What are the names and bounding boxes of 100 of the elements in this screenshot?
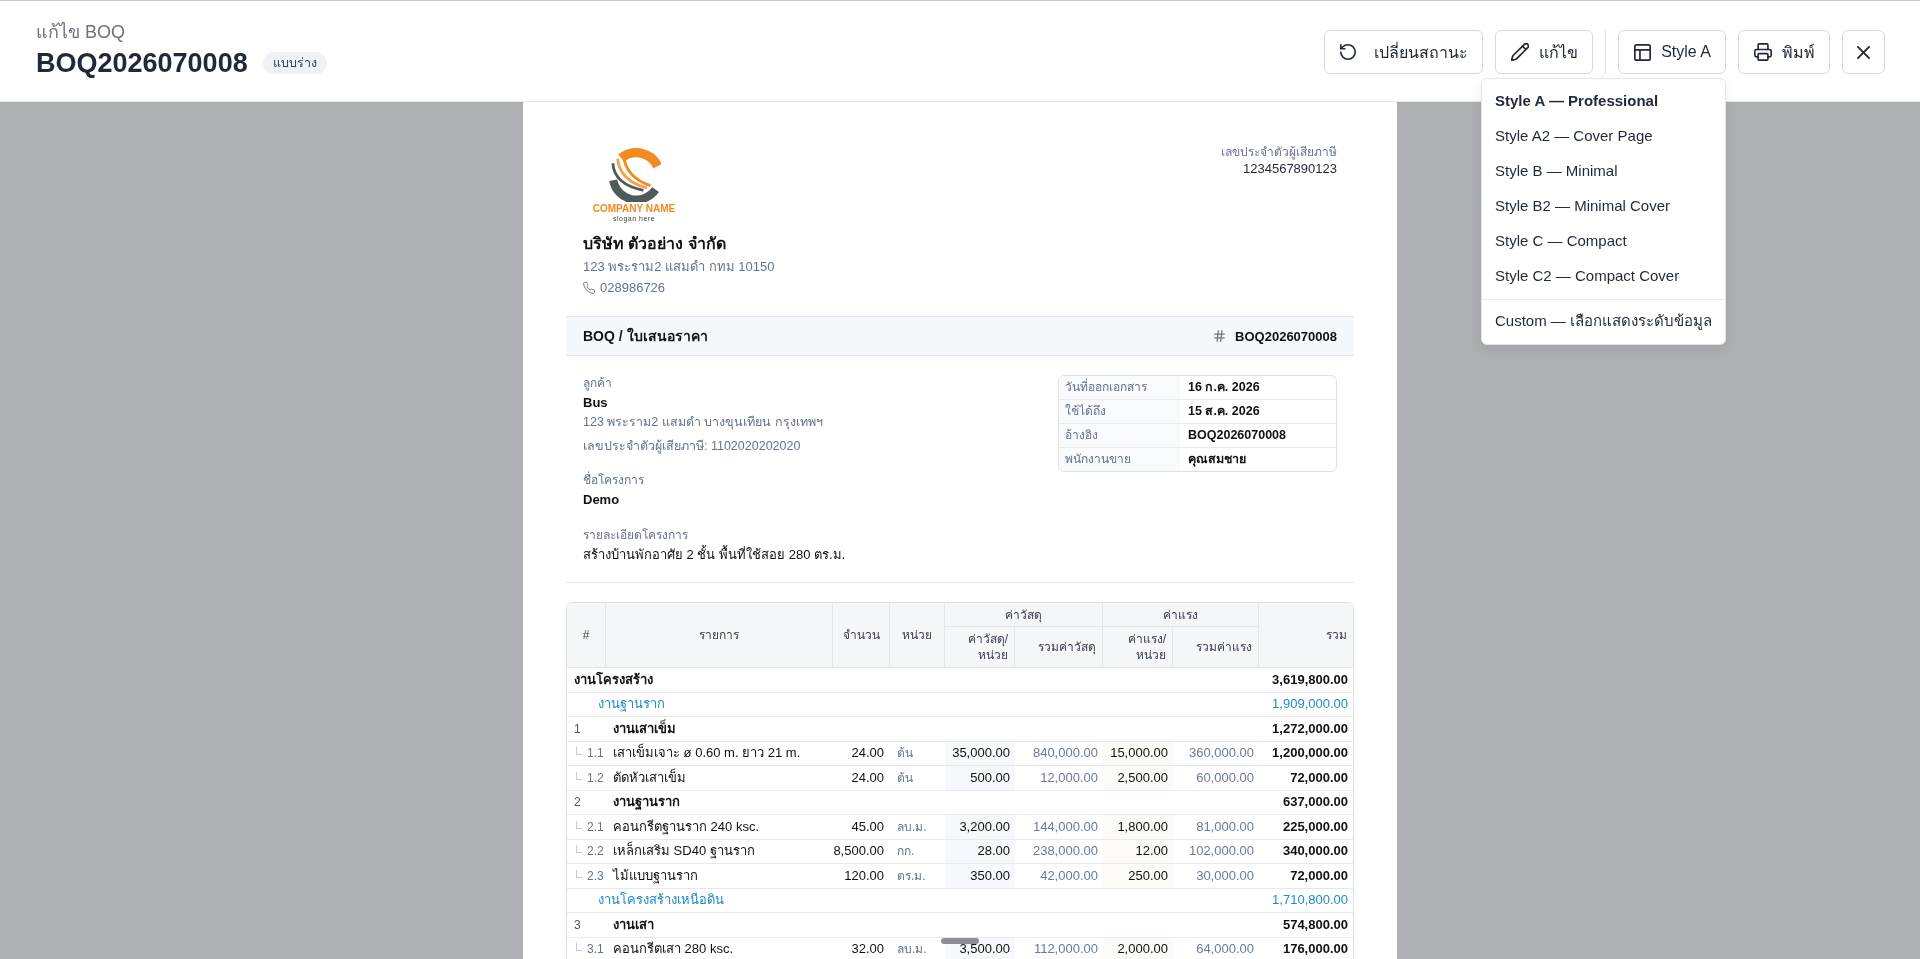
- menu-item[interactable]: Style C — Compact: [1482, 223, 1725, 258]
- info-label: ใช้ได้ถึง: [1059, 400, 1180, 424]
- info-label: วันที่ออกเอกสาร: [1059, 376, 1180, 400]
- info-value: 16 ก.ค. 2026: [1180, 376, 1336, 400]
- tree-branch-icon: [576, 820, 582, 829]
- labor-unit-price-cell: 250.00: [1103, 864, 1173, 889]
- row-total-cell: 1,200,000.00: [1259, 741, 1353, 766]
- quantity-cell: 120.00: [833, 864, 890, 889]
- edit-button[interactable]: แก้ไข: [1495, 30, 1594, 74]
- item-number: 2.1: [587, 818, 604, 835]
- group-total: 637,000.00: [1259, 790, 1353, 815]
- material-unit-price-cell: 350.00: [945, 864, 1015, 889]
- labor-unit-price-cell: 1,800.00: [1103, 815, 1173, 840]
- labor-total-cell: 64,000.00: [1173, 937, 1259, 959]
- column-header: รวมค่าแรง: [1173, 627, 1259, 668]
- labor-total-cell: 102,000.00: [1173, 839, 1259, 864]
- column-header: รายการ: [606, 603, 833, 668]
- project-detail-label: รายละเอียดโครงการ: [583, 527, 689, 543]
- menu-item[interactable]: Style C2 — Compact Cover: [1482, 258, 1725, 293]
- item-description: เหล็กเสริม SD40 ฐานราก: [606, 839, 833, 864]
- menu-item[interactable]: Custom — เลือกแสดงระดับข้อมูล: [1482, 303, 1725, 338]
- row-total-cell: 72,000.00: [1259, 766, 1353, 791]
- subcategory-name: งานโครงสร้างเหนือดิน: [567, 888, 1259, 913]
- labor-total-cell: 81,000.00: [1173, 815, 1259, 840]
- material-unit-price-cell: 35,000.00: [945, 741, 1015, 766]
- info-value: 15 ส.ค. 2026: [1180, 400, 1336, 424]
- customer-tax-id: เลขประจำตัวผู้เสียภาษี: 1102020202020: [583, 438, 802, 454]
- material-unit-price-cell: 3,200.00: [945, 815, 1015, 840]
- layout-icon: [1634, 43, 1652, 61]
- document-number: BOQ2026070008: [1235, 328, 1337, 344]
- menu-item[interactable]: Style A2 — Cover Page: [1482, 118, 1725, 153]
- group-number: 1: [567, 717, 606, 742]
- subcategory-name: งานฐานราก: [567, 692, 1259, 717]
- tree-branch-icon: [576, 747, 582, 756]
- column-header: ค่าวัสดุ: [945, 603, 1103, 627]
- item-description: คอนกรีตฐานราก 240 ksc.: [606, 815, 833, 840]
- close-button[interactable]: [1842, 30, 1885, 74]
- tree-branch-icon: [576, 771, 582, 780]
- company-name: บริษัท ตัวอย่าง จำกัด: [583, 234, 727, 254]
- customer-label: ลูกค้า: [583, 375, 613, 391]
- group-total: 1,272,000.00: [1259, 717, 1353, 742]
- info-label: พนักงานขาย: [1059, 448, 1180, 471]
- change-status-button[interactable]: เปลี่ยนสถานะ: [1324, 30, 1484, 74]
- printer-icon: [1754, 43, 1772, 61]
- labor-total-cell: 30,000.00: [1173, 864, 1259, 889]
- labor-unit-price-cell: 2,000.00: [1103, 937, 1173, 959]
- project-detail: สร้างบ้านพักอาศัย 2 ชั้น พื้นที่ใช้สอย 280 ตร.ม.: [583, 546, 846, 564]
- item-description: ไม้แบบฐานราก: [606, 864, 833, 889]
- tree-branch-icon: [576, 845, 582, 854]
- tax-id-value: 1234567890123: [1242, 160, 1337, 178]
- customer-name: Bus: [583, 394, 609, 412]
- item-number: 2.3: [587, 867, 604, 884]
- labor-unit-price-cell: 15,000.00: [1103, 741, 1173, 766]
- document-type-title: BOQ / ใบเสนอราคา: [583, 326, 708, 346]
- info-value: คุณสมชาย: [1187, 451, 1247, 469]
- column-header: #: [567, 603, 606, 668]
- group-total: 574,800.00: [1259, 913, 1353, 938]
- phone-icon: [583, 282, 595, 294]
- pencil-icon: [1511, 43, 1530, 61]
- customer-address: 123 พระราม2 แสมดำ บางขุนเทียน กรุงเทพฯ: [583, 414, 824, 430]
- menu-item[interactable]: Style B — Minimal: [1482, 153, 1725, 188]
- item-number: 1.2: [587, 769, 604, 786]
- quantity-cell: 45.00: [833, 815, 890, 840]
- company-phone: 028986726: [600, 279, 666, 297]
- category-name: งานโครงสร้าง: [567, 668, 1259, 693]
- info-value: BOQ2026070008: [1180, 424, 1336, 448]
- document-title: BOQ2026070008: [36, 47, 248, 80]
- status-badge: แบบร่าง: [262, 52, 327, 74]
- group-name: งานเสาเข็ม: [606, 717, 1259, 742]
- project-name: Demo: [583, 491, 621, 509]
- item-description: ตัดหัวเสาเข็ม: [606, 766, 833, 791]
- tax-id-label: เลขประจำตัวผู้เสียภาษี: [1221, 144, 1337, 160]
- column-header: หน่วย: [890, 603, 945, 668]
- project-name-label: ชื่อโครงการ: [583, 472, 645, 488]
- column-header: รวมค่าวัสดุ: [1015, 627, 1103, 668]
- item-description: คอนกรีตเสา 280 ksc.: [606, 937, 833, 959]
- column-header: ค่าแรง: [1103, 603, 1259, 627]
- scrollbar-thumb[interactable]: [941, 938, 979, 944]
- group-name: งานเสา: [606, 913, 1259, 938]
- item-number: 2.2: [587, 843, 604, 860]
- quantity-cell: 8,500.00: [833, 839, 890, 864]
- material-unit-price-cell: 500.00: [945, 766, 1015, 791]
- row-total-cell: 176,000.00: [1259, 937, 1353, 959]
- menu-item[interactable]: Style B2 — Minimal Cover: [1482, 188, 1725, 223]
- print-button[interactable]: พิมพ์: [1738, 30, 1830, 74]
- tree-branch-icon: [576, 943, 582, 952]
- category-total: 3,619,800.00: [1259, 668, 1353, 693]
- item-number: 3.1: [587, 941, 604, 958]
- column-header: ค่าแรง/หน่วย: [1103, 627, 1173, 668]
- style-button[interactable]: Style A: [1618, 30, 1726, 74]
- circular-arrow-icon: [1340, 44, 1357, 60]
- row-total-cell: 72,000.00: [1259, 864, 1353, 889]
- menu-item[interactable]: Style A — Professional: [1482, 83, 1725, 118]
- quantity-cell: 24.00: [833, 741, 890, 766]
- company-address: 123 พระราม2 แสมดำ กทม 10150: [583, 258, 775, 276]
- column-header: รวม: [1259, 603, 1353, 668]
- row-total-cell: 340,000.00: [1259, 839, 1353, 864]
- hash-icon: [1214, 330, 1226, 342]
- quantity-cell: 24.00: [833, 766, 890, 791]
- column-header: จำนวน: [833, 603, 890, 668]
